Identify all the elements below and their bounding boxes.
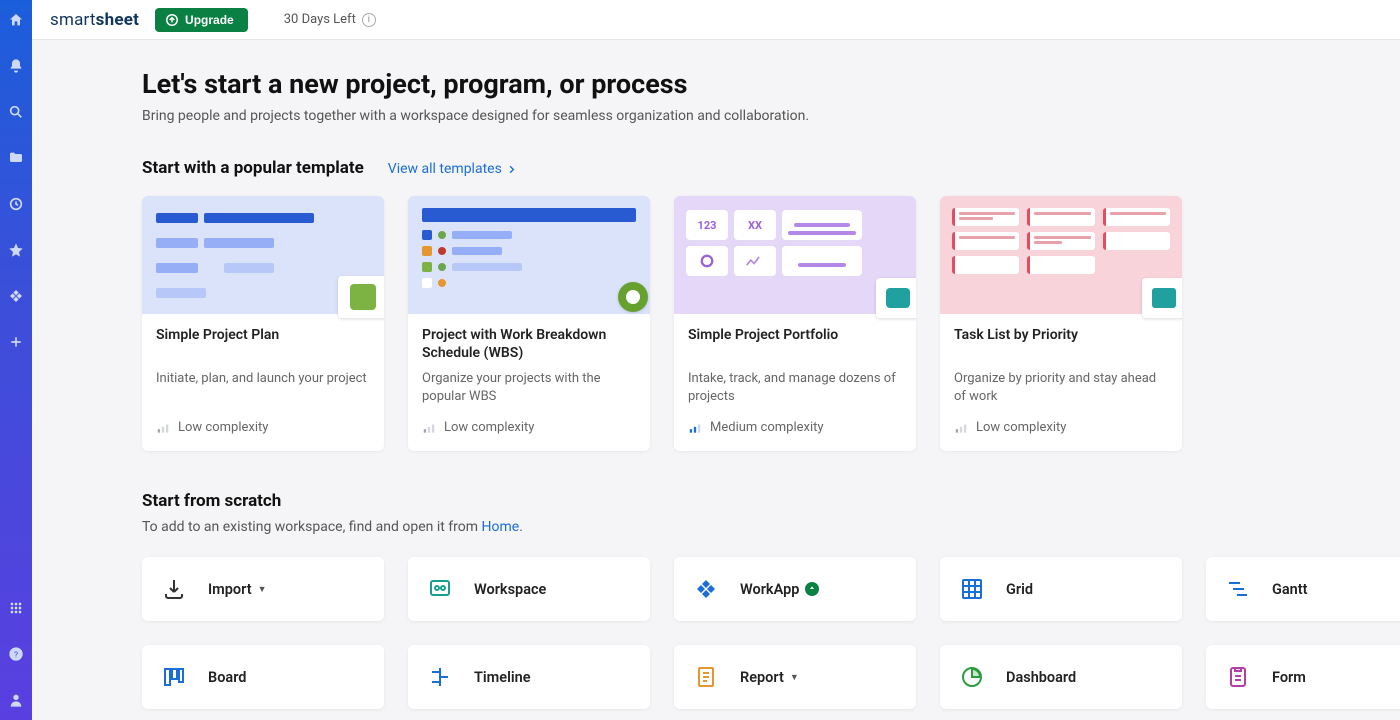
apps-grid-icon[interactable]	[8, 600, 24, 616]
bell-icon[interactable]	[8, 58, 24, 74]
report-icon	[694, 665, 718, 689]
scratch-timeline[interactable]: Timeline	[408, 645, 650, 709]
scratch-heading: Start from scratch	[142, 491, 1332, 511]
template-complexity: Low complexity	[156, 420, 370, 435]
scratch-workspace[interactable]: Workspace	[408, 557, 650, 621]
left-rail: ?	[0, 0, 32, 720]
workapps-icon[interactable]	[8, 288, 24, 304]
avatar-icon[interactable]	[8, 692, 24, 708]
brand-logo[interactable]: smartsheet	[50, 10, 139, 30]
home-link[interactable]: Home	[482, 519, 520, 535]
topbar: smartsheet Upgrade 30 Days Left i	[32, 0, 1400, 40]
page-subtitle: Bring people and projects together with …	[142, 108, 1332, 124]
upgrade-button[interactable]: Upgrade	[155, 8, 248, 32]
help-icon[interactable]: ?	[8, 646, 24, 662]
templates-heading: Start with a popular template	[142, 158, 364, 178]
template-card-portfolio[interactable]: 123XX Simple Project Portfolio Intake, t…	[674, 196, 916, 451]
scratch-board[interactable]: Board	[142, 645, 384, 709]
main: smartsheet Upgrade 30 Days Left i Let's …	[32, 0, 1400, 720]
scratch-grid: Import▼ Workspace WorkApp Grid Gantt	[142, 557, 1332, 709]
template-desc: Organize your projects with the popular …	[422, 370, 636, 406]
folder-icon[interactable]	[8, 150, 24, 166]
template-desc: Organize by priority and stay ahead of w…	[954, 370, 1168, 406]
template-card-task-list[interactable]: Task List by Priority Organize by priori…	[940, 196, 1182, 451]
dashboard-icon	[960, 665, 984, 689]
scratch-workapp[interactable]: WorkApp	[674, 557, 916, 621]
caret-down-icon: ▼	[790, 672, 799, 683]
clock-icon[interactable]	[8, 196, 24, 212]
gantt-icon	[1226, 577, 1250, 601]
svg-text:?: ?	[14, 650, 18, 660]
import-icon	[162, 577, 186, 601]
template-thumbnail	[940, 196, 1182, 314]
board-icon	[162, 665, 186, 689]
scratch-import[interactable]: Import▼	[142, 557, 384, 621]
chevron-right-icon	[506, 164, 517, 175]
template-complexity: Low complexity	[954, 420, 1168, 435]
plus-icon[interactable]	[8, 334, 24, 350]
upgrade-arrow-icon	[165, 13, 179, 27]
search-icon[interactable]	[8, 104, 24, 120]
timeline-icon	[428, 665, 452, 689]
scratch-grid-type[interactable]: Grid	[940, 557, 1182, 621]
template-complexity: Low complexity	[422, 420, 636, 435]
bars-icon	[954, 421, 968, 435]
template-title: Project with Work Breakdown Schedule (WB…	[422, 326, 636, 362]
template-thumbnail	[408, 196, 650, 314]
template-title: Simple Project Plan	[156, 326, 370, 362]
template-card-simple-project-plan[interactable]: Simple Project Plan Initiate, plan, and …	[142, 196, 384, 451]
scratch-subtitle: To add to an existing workspace, find an…	[142, 519, 1332, 535]
template-desc: Initiate, plan, and launch your project	[156, 370, 370, 406]
star-icon[interactable]	[8, 242, 24, 258]
upgrade-badge-icon	[805, 582, 819, 596]
template-complexity: Medium complexity	[688, 420, 902, 435]
form-icon	[1226, 665, 1250, 689]
workapp-icon	[694, 577, 718, 601]
trial-status: 30 Days Left i	[284, 12, 376, 27]
bars-icon	[688, 421, 702, 435]
page-title: Let's start a new project, program, or p…	[142, 68, 1332, 100]
templates-row: Simple Project Plan Initiate, plan, and …	[142, 196, 1332, 451]
caret-down-icon: ▼	[258, 584, 267, 595]
scratch-dashboard[interactable]: Dashboard	[940, 645, 1182, 709]
workspace-icon	[428, 577, 452, 601]
scratch-report[interactable]: Report▼	[674, 645, 916, 709]
bars-icon	[422, 421, 436, 435]
info-icon[interactable]: i	[362, 13, 376, 27]
grid-icon	[960, 577, 984, 601]
template-desc: Intake, track, and manage dozens of proj…	[688, 370, 902, 406]
template-title: Simple Project Portfolio	[688, 326, 902, 362]
bars-icon	[156, 421, 170, 435]
home-icon[interactable]	[8, 12, 24, 28]
scratch-form[interactable]: Form	[1206, 645, 1400, 709]
view-all-templates-link[interactable]: View all templates	[388, 161, 517, 177]
template-title: Task List by Priority	[954, 326, 1168, 362]
template-thumbnail: 123XX	[674, 196, 916, 314]
template-thumbnail	[142, 196, 384, 314]
scratch-gantt[interactable]: Gantt	[1206, 557, 1400, 621]
template-card-wbs[interactable]: Project with Work Breakdown Schedule (WB…	[408, 196, 650, 451]
